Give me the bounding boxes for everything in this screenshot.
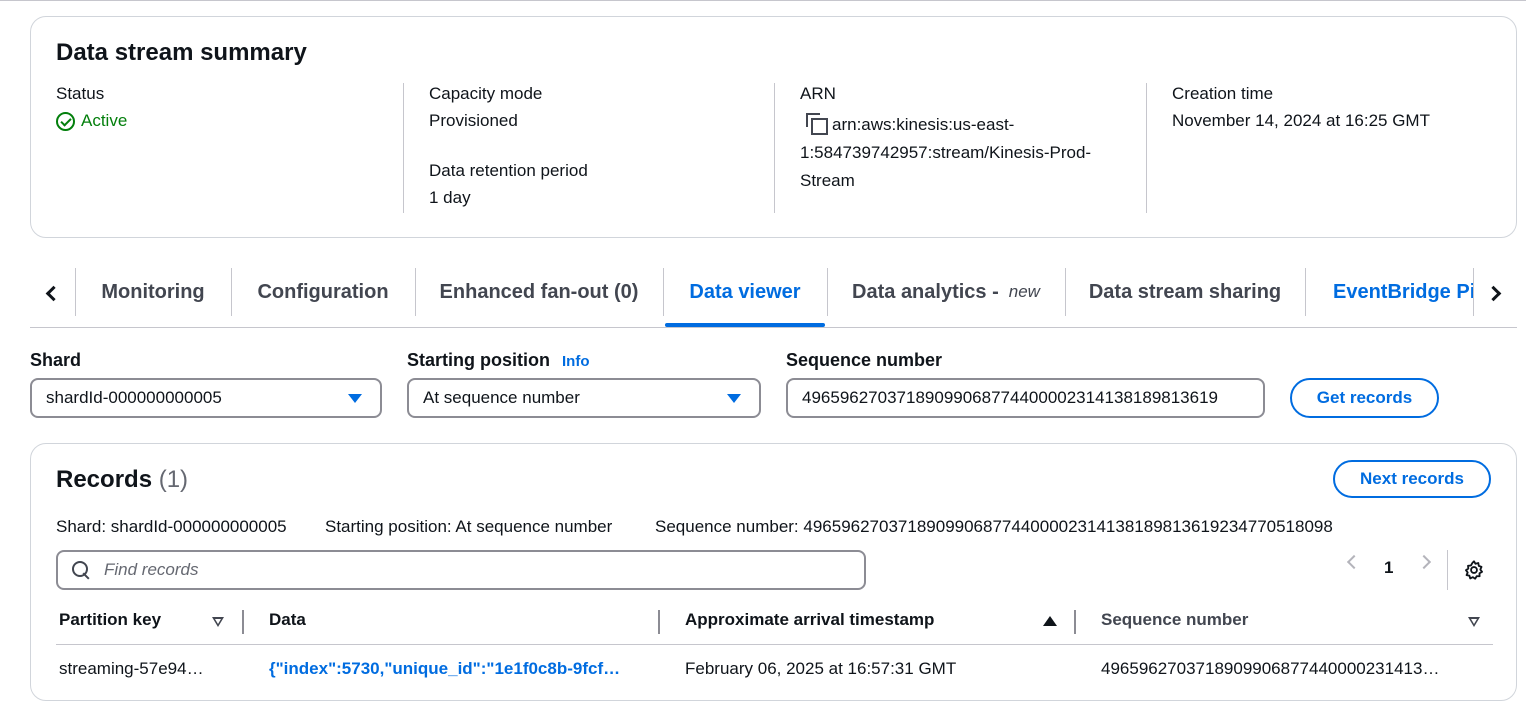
gear-icon[interactable] bbox=[1463, 559, 1485, 581]
tab-data-viewer[interactable]: Data viewer bbox=[663, 268, 827, 316]
tab-divider bbox=[1473, 268, 1474, 316]
records-card: Records (1) Next records Shard: shardId-… bbox=[30, 443, 1517, 701]
active-tab-indicator bbox=[665, 323, 825, 327]
find-records-input[interactable]: Find records bbox=[56, 550, 866, 590]
creation-label: Creation time bbox=[1172, 84, 1274, 103]
column-resizer[interactable] bbox=[242, 610, 244, 634]
column-resizer[interactable] bbox=[1074, 610, 1076, 634]
shard-select-value: shardId-000000000005 bbox=[46, 388, 222, 407]
data-stream-summary-card: Data stream summary Status Active Capaci… bbox=[30, 16, 1517, 238]
tab-data-analytics[interactable]: Data analytics - new bbox=[827, 268, 1065, 316]
sort-descending-icon[interactable] bbox=[1468, 617, 1480, 627]
arn-label: ARN bbox=[800, 84, 836, 103]
previous-page-icon[interactable] bbox=[1346, 554, 1362, 570]
next-page-icon[interactable] bbox=[1416, 554, 1432, 570]
capacity-value: Provisioned bbox=[429, 111, 518, 130]
status-value: Active bbox=[56, 110, 401, 132]
cell-arrival-timestamp: February 06, 2025 at 16:57:31 GMT bbox=[685, 659, 957, 678]
records-title: Records bbox=[56, 466, 153, 493]
starting-position-select[interactable]: At sequence number bbox=[407, 378, 761, 418]
sort-descending-icon[interactable] bbox=[212, 617, 224, 627]
tab-data-stream-sharing[interactable]: Data stream sharing bbox=[1065, 268, 1305, 316]
search-placeholder: Find records bbox=[104, 560, 199, 579]
next-records-button[interactable]: Next records bbox=[1333, 460, 1491, 498]
tab-configuration[interactable]: Configuration bbox=[231, 268, 415, 316]
check-circle-icon bbox=[56, 111, 75, 131]
capacity-column: Capacity mode Provisioned Data retention… bbox=[403, 83, 775, 213]
column-header-sequence-number[interactable]: Sequence number bbox=[1101, 610, 1248, 630]
column-header-data[interactable]: Data bbox=[269, 610, 306, 630]
cell-partition-key: streaming-57e94… bbox=[59, 659, 204, 678]
pagination bbox=[1346, 554, 1362, 570]
capacity-label: Capacity mode bbox=[429, 84, 543, 103]
cell-sequence-number: 4965962703718909906877440000231413… bbox=[1101, 659, 1440, 678]
column-header-arrival-timestamp[interactable]: Approximate arrival timestamp bbox=[685, 610, 934, 630]
meta-starting-position: Starting position: At sequence number bbox=[325, 517, 613, 536]
starting-position-value: At sequence number bbox=[423, 388, 580, 407]
shard-label: Shard bbox=[30, 350, 82, 370]
copy-icon[interactable] bbox=[806, 113, 828, 135]
tab-data-analytics-label: Data analytics - bbox=[852, 280, 999, 303]
tab-monitoring[interactable]: Monitoring bbox=[75, 268, 231, 316]
chevron-left-icon bbox=[45, 285, 61, 301]
arn-column: ARN arn:aws:kinesis:us-east-1:5847397429… bbox=[774, 83, 1146, 213]
info-link[interactable]: Info bbox=[562, 353, 590, 370]
next-page-wrap bbox=[1416, 554, 1432, 570]
column-header-partition-key[interactable]: Partition key bbox=[59, 610, 161, 630]
page-number[interactable]: 1 bbox=[1384, 558, 1393, 578]
caret-down-icon bbox=[348, 394, 362, 403]
sequence-number-label: Sequence number bbox=[786, 350, 943, 370]
records-count: (1) bbox=[158, 466, 189, 493]
summary-title: Data stream summary bbox=[56, 39, 307, 66]
status-column: Status Active bbox=[56, 83, 401, 213]
arn-value-wrap: arn:aws:kinesis:us-east-1:584739742957:s… bbox=[800, 111, 1120, 195]
chevron-right-icon bbox=[1485, 285, 1501, 301]
caret-down-icon bbox=[727, 394, 741, 403]
tab-enhanced-fan-out[interactable]: Enhanced fan-out (0) bbox=[415, 268, 663, 316]
shard-select[interactable]: shardId-000000000005 bbox=[30, 378, 382, 418]
records-title-wrap: Records (1) bbox=[56, 466, 188, 494]
sort-ascending-icon[interactable] bbox=[1043, 616, 1057, 626]
table-header-divider bbox=[56, 644, 1493, 645]
creation-column: Creation time November 14, 2024 at 16:25… bbox=[1146, 83, 1491, 213]
status-text: Active bbox=[81, 111, 128, 130]
creation-value: November 14, 2024 at 16:25 GMT bbox=[1172, 111, 1430, 130]
search-icon bbox=[72, 561, 90, 579]
sequence-number-input[interactable]: 4965962703718909906877440000231413818981… bbox=[786, 378, 1265, 418]
new-badge: new bbox=[1008, 282, 1040, 301]
meta-sequence-number: Sequence number: 49659627037189099068774… bbox=[655, 517, 1333, 536]
status-label: Status bbox=[56, 84, 105, 103]
retention-label: Data retention period bbox=[429, 161, 588, 180]
starting-position-label: Starting position bbox=[407, 350, 550, 370]
arn-value: arn:aws:kinesis:us-east-1:584739742957:s… bbox=[800, 115, 1092, 190]
retention-value: 1 day bbox=[429, 188, 471, 207]
get-records-button[interactable]: Get records bbox=[1290, 378, 1439, 418]
pager-divider bbox=[1447, 550, 1448, 590]
tab-eventbridge-pipes[interactable]: EventBridge Pi bbox=[1305, 268, 1473, 316]
tabs-scroll-left-button[interactable] bbox=[36, 278, 66, 308]
meta-shard: Shard: shardId-000000000005 bbox=[56, 517, 287, 536]
starting-position-label-wrap: Starting position Info bbox=[407, 350, 590, 371]
cell-data-link[interactable]: {"index":5730,"unique_id":"1e1f0c8b-9fcf… bbox=[269, 659, 639, 679]
tabs-scroll-right-button[interactable] bbox=[1480, 278, 1510, 308]
page-number-wrap: 1 bbox=[1384, 558, 1393, 578]
column-resizer[interactable] bbox=[658, 610, 660, 634]
top-border bbox=[0, 0, 1526, 1]
tab-bar: Monitoring Configuration Enhanced fan-ou… bbox=[30, 268, 1517, 328]
